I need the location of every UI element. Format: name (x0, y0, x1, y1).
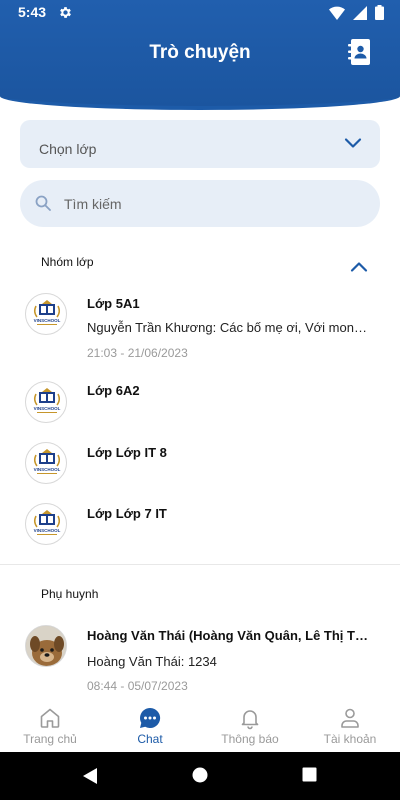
parent-row[interactable]: Hoàng Văn Thái (Hoàng Văn Quân, Lê Thị T… (0, 615, 400, 697)
group-last-message: Nguyễn Trần Khương: Các bố mẹ ơi, Với mo… (87, 320, 374, 335)
nav-notifications-label: Thông báo (221, 732, 279, 746)
dog-photo-icon (26, 626, 66, 666)
group-timestamp: 21:03 - 21/06/2023 (87, 346, 188, 360)
group-row-7it[interactable]: VINSCHOOL Lớp Lớp 7 IT (0, 497, 400, 552)
bottom-navigation: Trang chủ Chat Thông báo Tài khoản (0, 700, 400, 752)
nav-chat[interactable]: Chat (100, 700, 200, 752)
parent-last-message: Hoàng Văn Thái: 1234 (87, 654, 217, 669)
svg-text:VINSCHOOL: VINSCHOOL (34, 406, 61, 411)
nav-home-label: Trang chủ (23, 732, 77, 746)
school-logo-icon: VINSCHOOL (34, 510, 61, 535)
group-title: Lớp Lớp IT 8 (87, 445, 167, 460)
settings-gear-icon (60, 7, 71, 18)
status-time: 5:43 (18, 4, 47, 20)
nav-home[interactable]: Trang chủ (0, 700, 100, 752)
group-title: Lớp 5A1 (87, 296, 140, 311)
school-logo-avatar: VINSCHOOL (25, 442, 67, 484)
school-logo-icon: VINSCHOOL (34, 449, 61, 474)
svg-text:VINSCHOOL: VINSCHOOL (34, 467, 61, 472)
school-logo-avatar: VINSCHOOL (25, 381, 67, 423)
parent-timestamp: 08:44 - 05/07/2023 (87, 679, 188, 693)
search-bar (20, 180, 380, 227)
nav-notifications[interactable]: Thông báo (200, 700, 300, 752)
chevron-down-icon (344, 138, 362, 148)
search-icon (35, 195, 51, 211)
svg-text:VINSCHOOL: VINSCHOOL (34, 528, 61, 533)
section-divider (0, 564, 400, 565)
recents-square-icon[interactable] (302, 767, 317, 782)
school-logo-icon: VINSCHOOL (34, 300, 61, 325)
nav-chat-label: Chat (137, 732, 163, 746)
group-row-6a2[interactable]: VINSCHOOL Lớp 6A2 (0, 375, 400, 430)
school-logo-icon: VINSCHOOL (34, 388, 61, 413)
bell-icon (241, 710, 259, 730)
school-logo-avatar: VINSCHOOL (25, 503, 67, 545)
nav-account[interactable]: Tài khoản (300, 700, 400, 752)
group-title: Lớp 6A2 (87, 383, 140, 398)
home-circle-icon[interactable] (192, 767, 208, 783)
status-bar: 5:43 (0, 0, 400, 26)
wifi-icon (329, 6, 345, 20)
parents-section-title: Phụ huynh (41, 587, 99, 601)
class-select-label: Chọn lớp (39, 141, 97, 157)
home-icon (40, 708, 60, 728)
signal-icon (353, 5, 367, 20)
school-logo-avatar: VINSCHOOL (25, 293, 67, 335)
page-title: Trò chuyện (149, 42, 251, 63)
group-row-it8[interactable]: VINSCHOOL Lớp Lớp IT 8 (0, 436, 400, 491)
class-select-dropdown[interactable]: Chọn lớp (20, 120, 380, 168)
groups-section-title: Nhóm lớp (41, 255, 94, 269)
search-input[interactable] (64, 188, 364, 219)
system-navigation-bar (0, 752, 400, 800)
battery-icon (375, 5, 384, 20)
chevron-up-icon[interactable] (350, 260, 368, 274)
back-triangle-icon[interactable] (82, 767, 98, 785)
user-icon (341, 708, 359, 728)
svg-text:VINSCHOOL: VINSCHOOL (34, 318, 61, 323)
group-row-5a1[interactable]: VINSCHOOL Lớp 5A1 Nguyễn Trần Khương: Cá… (0, 285, 400, 365)
group-title: Lớp Lớp 7 IT (87, 506, 167, 521)
parent-avatar (25, 625, 67, 667)
parent-title: Hoàng Văn Thái (Hoàng Văn Quân, Lê Thị T… (87, 628, 372, 643)
app-header: 5:43 Trò chuyện (0, 0, 400, 110)
contacts-book-icon[interactable] (348, 38, 372, 66)
nav-account-label: Tài khoản (323, 732, 377, 746)
chat-icon (140, 707, 161, 728)
